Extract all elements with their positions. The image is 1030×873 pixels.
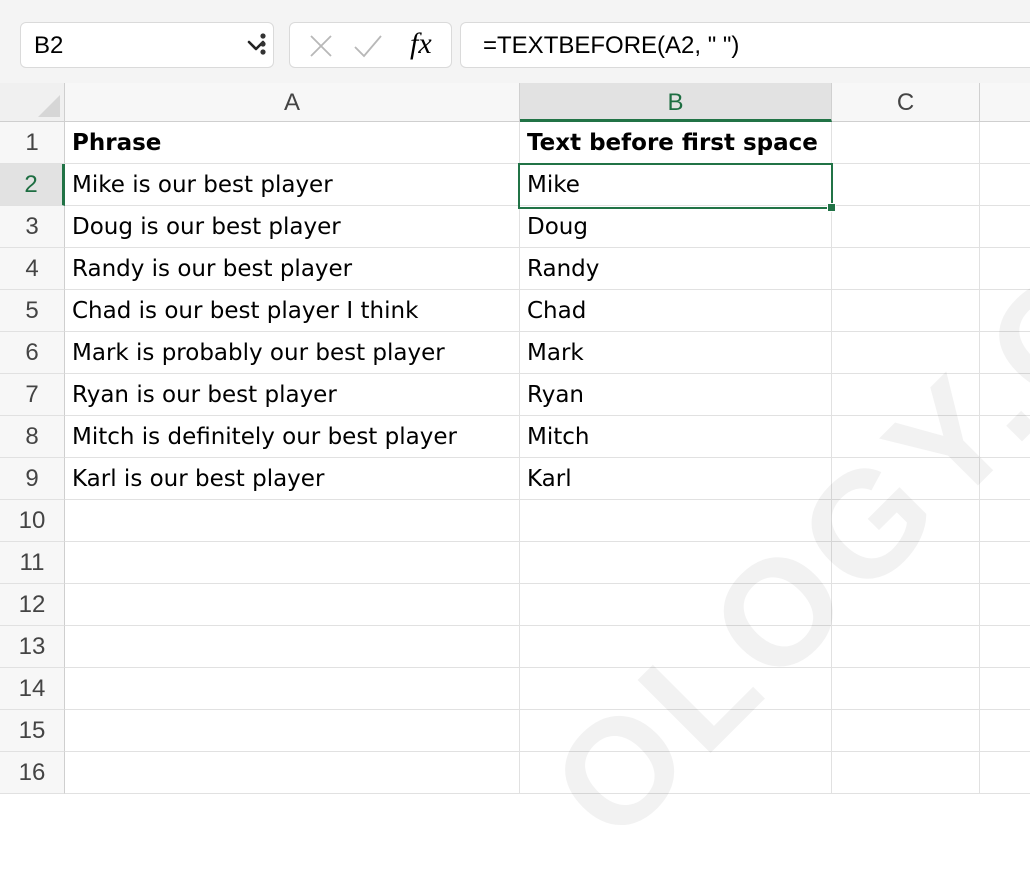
row-header[interactable]: 11 [0, 542, 65, 584]
cell-b[interactable]: Karl [520, 458, 832, 500]
row-header[interactable]: 4 [0, 248, 65, 290]
cell-a[interactable] [65, 542, 520, 584]
cell-d[interactable] [980, 668, 1030, 710]
cell-b[interactable] [520, 500, 832, 542]
cell-d[interactable] [980, 752, 1030, 794]
cell-d[interactable] [980, 164, 1030, 206]
cell-a[interactable] [65, 626, 520, 668]
row-header[interactable]: 14 [0, 668, 65, 710]
cancel-icon[interactable] [308, 33, 334, 59]
cell-c[interactable] [832, 626, 980, 668]
cell-d[interactable] [980, 584, 1030, 626]
cell-c[interactable] [832, 500, 980, 542]
cell-d[interactable] [980, 248, 1030, 290]
cell-c[interactable] [832, 542, 980, 584]
cell-b[interactable]: Mike [520, 164, 832, 206]
row-header[interactable]: 2 [0, 164, 65, 206]
cell-c[interactable] [832, 164, 980, 206]
cell-c[interactable] [832, 206, 980, 248]
cell-d[interactable] [980, 500, 1030, 542]
formula-input[interactable]: =TEXTBEFORE(A2, " ") [460, 22, 1030, 68]
cell-a[interactable]: Chad is our best player I think [65, 290, 520, 332]
cell-a[interactable] [65, 584, 520, 626]
cell-b[interactable]: Chad [520, 290, 832, 332]
row-header[interactable]: 8 [0, 416, 65, 458]
cell-c[interactable] [832, 332, 980, 374]
cell-d[interactable] [980, 626, 1030, 668]
cell-c[interactable] [832, 668, 980, 710]
row-header[interactable]: 10 [0, 500, 65, 542]
cell-a[interactable]: Phrase [65, 122, 520, 164]
cell-a[interactable] [65, 710, 520, 752]
check-icon[interactable] [353, 33, 383, 59]
cell-b[interactable] [520, 752, 832, 794]
cell-c[interactable] [832, 752, 980, 794]
row-header[interactable]: 3 [0, 206, 65, 248]
cell-d[interactable] [980, 206, 1030, 248]
cell-a[interactable]: Doug is our best player [65, 206, 520, 248]
row-header[interactable]: 6 [0, 332, 65, 374]
row-header[interactable]: 15 [0, 710, 65, 752]
cell-b[interactable]: Text before first space [520, 122, 832, 164]
formula-bar: B2 fx =TEXTBEFORE(A2, " ") [0, 0, 1030, 83]
formula-text: =TEXTBEFORE(A2, " ") [483, 32, 740, 59]
cell-b[interactable] [520, 668, 832, 710]
column-header-d[interactable] [980, 83, 1030, 122]
cell-a[interactable]: Mike is our best player [65, 164, 520, 206]
row-header[interactable]: 5 [0, 290, 65, 332]
cell-b[interactable] [520, 626, 832, 668]
name-box-value: B2 [34, 32, 64, 59]
cell-a[interactable] [65, 500, 520, 542]
cell-b[interactable] [520, 542, 832, 584]
cell-d[interactable] [980, 710, 1030, 752]
formula-buttons: fx [289, 22, 452, 68]
cell-c[interactable] [832, 584, 980, 626]
cell-a[interactable]: Mark is probably our best player [65, 332, 520, 374]
cell-a[interactable]: Randy is our best player [65, 248, 520, 290]
row-header[interactable]: 16 [0, 752, 65, 794]
cell-c[interactable] [832, 248, 980, 290]
cell-c[interactable] [832, 416, 980, 458]
cell-a[interactable]: Karl is our best player [65, 458, 520, 500]
cell-d[interactable] [980, 290, 1030, 332]
cell-c[interactable] [832, 122, 980, 164]
row-header[interactable]: 13 [0, 626, 65, 668]
cell-b[interactable]: Mark [520, 332, 832, 374]
cell-b[interactable]: Mitch [520, 416, 832, 458]
cell-d[interactable] [980, 542, 1030, 584]
row-header[interactable]: 7 [0, 374, 65, 416]
cell-a[interactable] [65, 752, 520, 794]
fill-handle[interactable] [827, 203, 836, 212]
cell-c[interactable] [832, 458, 980, 500]
cell-d[interactable] [980, 374, 1030, 416]
cell-a[interactable] [65, 668, 520, 710]
select-all-corner[interactable] [0, 83, 65, 122]
more-options-icon[interactable] [258, 28, 268, 60]
cell-a[interactable]: Mitch is definitely our best player [65, 416, 520, 458]
cell-b[interactable]: Ryan [520, 374, 832, 416]
cell-b[interactable] [520, 710, 832, 752]
cell-b[interactable]: Randy [520, 248, 832, 290]
column-header-c[interactable]: C [832, 83, 980, 122]
cell-d[interactable] [980, 416, 1030, 458]
cell-a[interactable]: Ryan is our best player [65, 374, 520, 416]
cell-c[interactable] [832, 374, 980, 416]
spreadsheet-grid: A B C 1 Phrase Text before first space 2 Mik… [0, 83, 1030, 803]
insert-function-icon[interactable]: fx [410, 29, 432, 59]
row-header[interactable]: 12 [0, 584, 65, 626]
name-box[interactable]: B2 [20, 22, 274, 68]
cell-c[interactable] [832, 290, 980, 332]
cell-d[interactable] [980, 332, 1030, 374]
row-header[interactable]: 1 [0, 122, 65, 164]
cell-b[interactable] [520, 584, 832, 626]
column-header-b[interactable]: B [520, 83, 832, 122]
cell-d[interactable] [980, 122, 1030, 164]
cell-d[interactable] [980, 458, 1030, 500]
cell-c[interactable] [832, 710, 980, 752]
row-header[interactable]: 9 [0, 458, 65, 500]
column-header-a[interactable]: A [65, 83, 520, 122]
cell-b[interactable]: Doug [520, 206, 832, 248]
